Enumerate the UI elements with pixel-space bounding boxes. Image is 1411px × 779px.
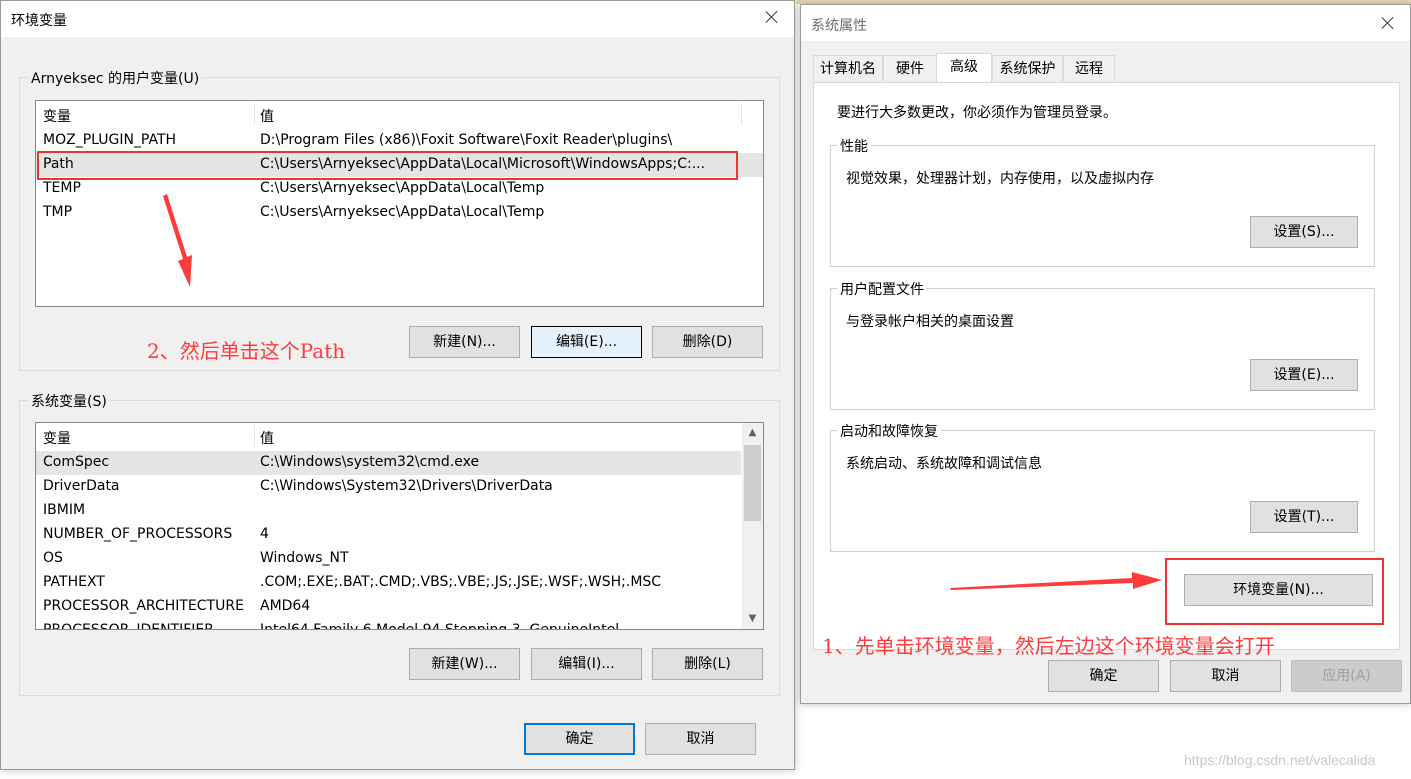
column-divider[interactable]	[254, 425, 255, 447]
table-row[interactable]: NUMBER_OF_PROCESSORS 4	[36, 523, 741, 547]
tab-remote[interactable]: 远程	[1063, 55, 1115, 81]
tab-hardware[interactable]: 硬件	[883, 55, 937, 81]
user-delete-button[interactable]: 删除(D)	[652, 326, 763, 358]
sys-dialog-title: 系统属性	[811, 18, 867, 34]
tab-advanced[interactable]: 高级	[936, 53, 992, 83]
column-header-value[interactable]: 值	[260, 106, 274, 126]
scroll-up-icon[interactable]: ▲	[742, 423, 763, 443]
vertical-scrollbar[interactable]: ▲ ▼	[742, 423, 763, 629]
variable-name: IBMIM	[43, 502, 86, 518]
startup-recovery-settings-button[interactable]: 设置(T)...	[1250, 501, 1358, 533]
user-profiles-group: 用户配置文件 与登录帐户相关的桌面设置 设置(E)...	[830, 279, 1375, 410]
user-profiles-settings-button[interactable]: 设置(E)...	[1250, 359, 1358, 391]
variable-value: 4	[260, 526, 269, 542]
variable-value: AMD64	[260, 598, 311, 614]
scroll-down-icon[interactable]: ▼	[742, 609, 763, 629]
user-edit-button[interactable]: 编辑(E)...	[531, 326, 642, 358]
variable-name: OS	[43, 550, 63, 566]
variable-name: MOZ_PLUGIN_PATH	[43, 132, 177, 148]
variable-name: PATHEXT	[43, 574, 105, 590]
variable-value: C:\Users\Arnyeksec\AppData\Local\Temp	[260, 180, 545, 196]
path-highlight-box	[37, 151, 738, 180]
column-divider[interactable]	[254, 103, 255, 125]
system-delete-button[interactable]: 删除(L)	[652, 648, 763, 680]
system-variables-list[interactable]: 变量 值 ComSpec C:\Windows\system32\cmd.exe…	[35, 422, 764, 630]
column-header-value[interactable]: 值	[260, 428, 274, 448]
user-profiles-label: 用户配置文件	[837, 279, 927, 299]
variable-value: Windows_NT	[260, 550, 349, 566]
list-header: 变量 值	[36, 101, 763, 127]
startup-recovery-desc: 系统启动、系统故障和调试信息	[846, 456, 1042, 472]
tab-system-protection[interactable]: 系统保护	[992, 55, 1063, 81]
variable-value: C:\Users\Arnyeksec\AppData\Local\Temp	[260, 204, 545, 220]
table-row[interactable]: PROCESSOR_ARCHITECTURE AMD64	[36, 595, 741, 619]
column-divider[interactable]	[741, 103, 742, 125]
performance-group: 性能 视觉效果，处理器计划，内存使用，以及虚拟内存 设置(S)...	[830, 136, 1375, 267]
performance-desc: 视觉效果，处理器计划，内存使用，以及虚拟内存	[846, 171, 1154, 187]
env-ok-button[interactable]: 确定	[524, 723, 635, 755]
system-edit-button[interactable]: 编辑(I)...	[531, 648, 642, 680]
right-arrow-annotation	[950, 572, 1162, 590]
table-row[interactable]: DriverData C:\Windows\System32\Drivers\D…	[36, 475, 741, 499]
variable-value: Intel64 Family 6 Model 94 Stepping 3, Ge…	[260, 622, 620, 630]
performance-settings-button[interactable]: 设置(S)...	[1250, 216, 1358, 248]
variable-name: NUMBER_OF_PROCESSORS	[43, 526, 233, 542]
scrollbar-thumb[interactable]	[744, 445, 761, 521]
performance-label: 性能	[837, 136, 871, 156]
variable-name: ComSpec	[43, 454, 110, 470]
table-row[interactable]: TEMP C:\Users\Arnyeksec\AppData\Local\Te…	[36, 177, 763, 201]
variable-name: PROCESSOR_IDENTIFIER	[43, 622, 214, 630]
user-variables-label: Arnyeksec 的用户变量(U)	[28, 68, 203, 88]
sys-apply-button[interactable]: 应用(A)	[1291, 660, 1402, 692]
env-dialog-title: 环境变量	[11, 13, 67, 29]
table-row[interactable]: TMP C:\Users\Arnyeksec\AppData\Local\Tem…	[36, 201, 763, 225]
column-header-variable[interactable]: 变量	[43, 428, 71, 448]
variable-value: C:\Windows\system32\cmd.exe	[260, 454, 480, 470]
table-row[interactable]: PROCESSOR_IDENTIFIER Intel64 Family 6 Mo…	[36, 619, 741, 630]
env-variables-dialog: 环境变量 Arnyeksec 的用户变量(U) 变量 值 MOZ_PLUGIN_…	[0, 0, 795, 770]
variable-name: TMP	[43, 204, 73, 220]
admin-note: 要进行大多数更改，你必须作为管理员登录。	[837, 105, 1117, 121]
tab-computer-name[interactable]: 计算机名	[813, 55, 883, 81]
env-dialog-titlebar: 环境变量	[1, 1, 794, 37]
table-row[interactable]: MOZ_PLUGIN_PATH D:\Program Files (x86)\F…	[36, 129, 763, 153]
column-header-variable[interactable]: 变量	[43, 106, 71, 126]
sys-ok-button[interactable]: 确定	[1048, 660, 1159, 692]
startup-recovery-group: 启动和故障恢复 系统启动、系统故障和调试信息 设置(T)...	[830, 421, 1375, 552]
sys-cancel-button[interactable]: 取消	[1170, 660, 1281, 692]
table-row[interactable]: PATHEXT .COM;.EXE;.BAT;.CMD;.VBS;.VBE;.J…	[36, 571, 741, 595]
step1-annotation: 1、先单击环境变量，然后左边这个环境变量会打开	[822, 634, 1275, 658]
env-cancel-button[interactable]: 取消	[645, 723, 756, 755]
down-arrow-annotation	[163, 194, 192, 287]
system-variables-label: 系统变量(S)	[28, 391, 110, 411]
variable-value: C:\Windows\System32\Drivers\DriverData	[260, 478, 553, 494]
variable-value: .COM;.EXE;.BAT;.CMD;.VBS;.VBE;.JS;.JSE;.…	[260, 574, 662, 590]
table-row[interactable]: ComSpec C:\Windows\system32\cmd.exe	[36, 451, 741, 475]
variable-value: D:\Program Files (x86)\Foxit Software\Fo…	[260, 132, 673, 148]
user-variables-list[interactable]: 变量 值 MOZ_PLUGIN_PATH D:\Program Files (x…	[35, 100, 764, 307]
variable-name: DriverData	[43, 478, 120, 494]
list-header: 变量 值	[36, 423, 763, 449]
step2-annotation: 2、然后单击这个Path	[147, 339, 346, 363]
env-button-highlight-box	[1165, 558, 1384, 625]
variable-name: PROCESSOR_ARCHITECTURE	[43, 598, 244, 614]
close-icon[interactable]	[762, 7, 782, 27]
variable-name: TEMP	[43, 180, 81, 196]
watermark: https://blog.csdn.net/valecalida	[1184, 752, 1376, 768]
sys-dialog-titlebar: 系统属性	[801, 5, 1410, 41]
user-new-button[interactable]: 新建(N)...	[409, 326, 520, 358]
startup-recovery-label: 启动和故障恢复	[837, 421, 941, 441]
system-new-button[interactable]: 新建(W)...	[409, 648, 520, 680]
table-row[interactable]: OS Windows_NT	[36, 547, 741, 571]
user-profiles-desc: 与登录帐户相关的桌面设置	[846, 314, 1014, 330]
close-icon[interactable]	[1378, 13, 1398, 33]
table-row[interactable]: IBMIM	[36, 499, 741, 523]
